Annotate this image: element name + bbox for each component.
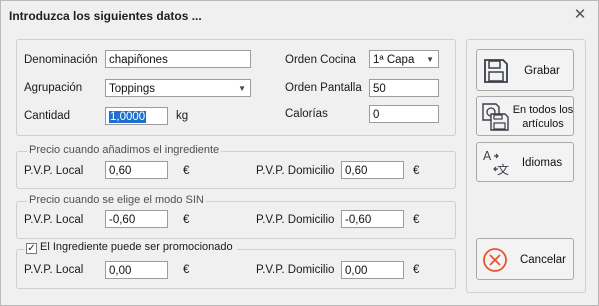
calorias-input[interactable]: 0 [369,105,439,123]
promocion-legend: ✓ El Ingrediente puede ser promocionado [24,241,237,254]
promocion-checkbox[interactable]: ✓ [26,243,37,254]
currency-symbol: € [413,214,420,226]
window-title: Introduzca los siguientes datos ... [9,9,202,23]
promocion-local-input[interactable]: 0,00 [105,261,168,279]
denominacion-label: Denominación [24,54,98,66]
cantidad-value: 1,0000 [109,111,147,123]
cantidad-unit: kg [176,110,189,122]
floppy-disk-icon [484,59,508,83]
title-bar: Introduzca los siguientes datos ... ✕ [1,1,598,31]
pvp-local-label: P.V.P. Local [24,214,84,226]
orden-pantalla-input[interactable]: 50 [369,79,439,97]
orden-cocina-label: Orden Cocina [285,54,356,66]
promocion-domicilio-input[interactable]: 0,00 [341,261,404,279]
ingrediente-group-legend: Precio cuando añadimos el ingrediente [27,144,222,156]
idiomas-button[interactable]: A 文 Idiomas [476,142,574,182]
agrupacion-label: Agrupación [24,82,83,94]
denominacion-input[interactable]: chapiñones [105,50,251,68]
idiomas-label: Idiomas [521,157,563,169]
ingrediente-domicilio-input[interactable]: 0,60 [341,161,404,179]
close-icon[interactable]: ✕ [572,6,588,24]
agrupacion-select[interactable]: Toppings ▼ [105,79,251,97]
svg-text:A: A [483,149,492,163]
cantidad-label: Cantidad [24,110,71,122]
translate-icon: A 文 [483,149,509,177]
sin-local-input[interactable]: -0,60 [105,210,168,228]
currency-symbol: € [183,214,190,226]
pvp-domicilio-label: P.V.P. Domicilio [256,214,335,226]
todos-articulos-label-line1: En todos los [512,104,574,116]
chevron-down-icon: ▼ [426,55,434,64]
pvp-local-label: P.V.P. Local [24,165,84,177]
currency-symbol: € [183,165,190,177]
orden-cocina-value: 1ª Capa [373,54,415,66]
pvp-domicilio-label: P.V.P. Domicilio [256,264,335,276]
sin-group-legend: Precio cuando se elige el modo SIN [27,194,206,206]
pvp-local-label: P.V.P. Local [24,264,84,276]
pvp-domicilio-label: P.V.P. Domicilio [256,165,335,177]
cancelar-button[interactable]: Cancelar [476,238,574,280]
grabar-button[interactable]: Grabar [476,49,574,91]
todos-articulos-button[interactable]: En todos los artículos [476,96,574,136]
promocion-checkbox-label: El Ingrediente puede ser promocionado [40,241,233,253]
todos-articulos-label-line2: artículos [522,118,564,130]
grabar-label: Grabar [524,65,560,77]
orden-pantalla-label: Orden Pantalla [285,82,362,94]
sin-domicilio-input[interactable]: -0,60 [341,210,404,228]
dialog-window: Introduzca los siguientes datos ... ✕ De… [0,0,599,306]
ingrediente-local-input[interactable]: 0,60 [105,161,168,179]
orden-cocina-select[interactable]: 1ª Capa ▼ [369,50,439,68]
chevron-down-icon: ▼ [238,84,246,93]
cancelar-label: Cancelar [519,254,567,266]
currency-symbol: € [413,264,420,276]
currency-symbol: € [413,165,420,177]
currency-symbol: € [183,264,190,276]
cantidad-input[interactable]: 1,0000 [105,107,168,125]
calorias-label: Calorías [285,108,328,120]
svg-text:文: 文 [497,162,509,177]
cancel-circle-icon [483,248,507,272]
multi-floppy-icon [482,103,509,131]
agrupacion-value: Toppings [109,83,156,95]
